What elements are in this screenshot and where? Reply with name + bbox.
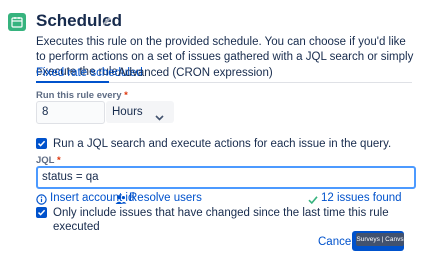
pencil-icon[interactable]	[101, 14, 113, 26]
jql-search-checkbox[interactable]	[36, 138, 47, 149]
jql-search-checkbox-label: Run a JQL search and execute actions for…	[53, 138, 392, 150]
surveys-overlay-badge: Surveys | Canvs	[356, 233, 404, 246]
only-changed-checkbox-label: Only include issues that have changed si…	[53, 207, 389, 233]
check-icon	[308, 192, 318, 205]
cancel-button[interactable]: Cancel	[318, 235, 354, 249]
info-icon	[36, 192, 47, 205]
tab-advanced-cron[interactable]: Advanced (CRON expression)	[118, 66, 273, 80]
jql-label: JQL *	[36, 155, 61, 166]
only-changed-checkbox[interactable]	[36, 207, 47, 218]
jql-input[interactable]: status = qa	[36, 166, 416, 189]
interval-unit-value: Hours	[112, 106, 143, 118]
issues-found-link[interactable]: 12 issues found	[321, 191, 402, 205]
run-every-label: Run this rule every *	[36, 90, 128, 101]
active-tab-indicator	[36, 81, 109, 83]
run-every-label-text: Run this rule every	[36, 90, 122, 101]
jql-label-text: JQL	[36, 155, 55, 166]
calendar-icon	[8, 13, 26, 31]
required-mark: *	[56, 155, 61, 166]
chevron-down-icon	[155, 108, 164, 121]
resolve-users-link[interactable]: Resolve users	[129, 191, 202, 205]
interval-input[interactable]: 8	[36, 101, 105, 124]
users-icon	[115, 192, 127, 204]
required-mark: *	[124, 90, 128, 101]
